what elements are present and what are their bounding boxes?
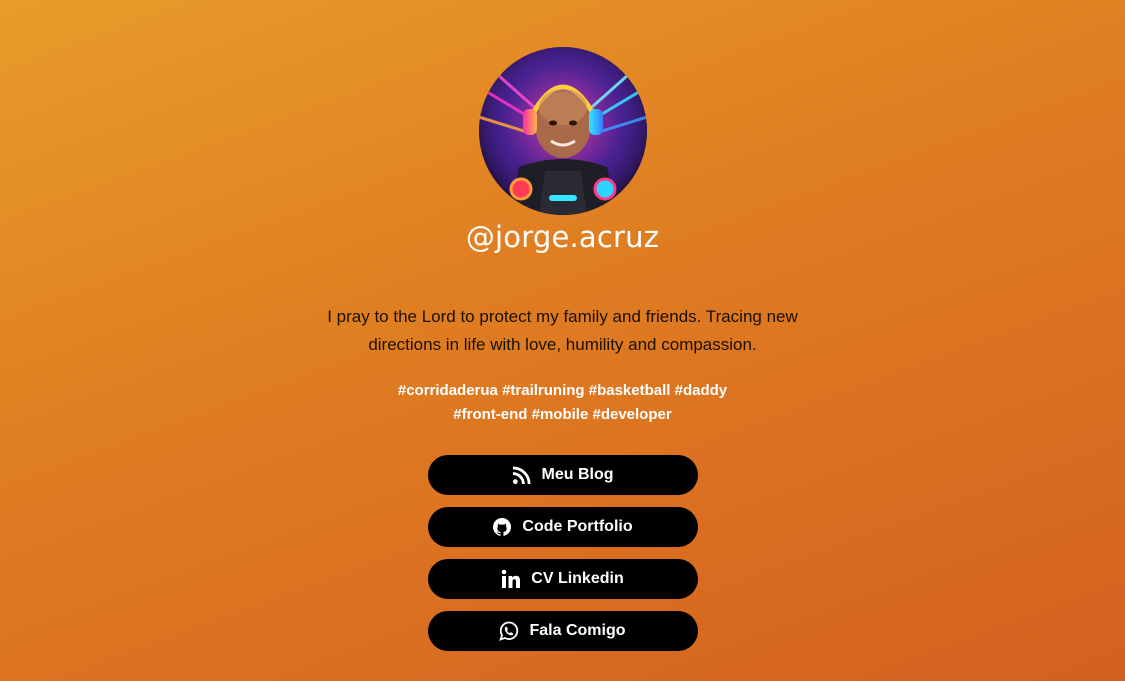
link-button-blog[interactable]: Meu Blog [427,455,698,495]
profile-username: @jorge.acruz [465,220,660,254]
link-button-contact[interactable]: Fala Comigo [427,611,698,651]
whatsapp-icon [499,621,519,641]
link-label-portfolio: Code Portfolio [522,518,633,535]
link-label-linkedin: CV Linkedin [531,570,624,587]
profile-bio: I pray to the Lord to protect my family … [327,307,798,354]
github-icon [492,517,512,537]
link-list: Meu Blog Code Portfolio CV Linkedin Fala… [427,455,698,651]
profile-hashtags: #corridaderua #trailruning #basketball #… [397,382,728,423]
link-label-contact: Fala Comigo [529,622,626,639]
link-button-portfolio[interactable]: Code Portfolio [427,507,698,547]
link-label-blog: Meu Blog [541,466,614,483]
linkedin-icon [501,569,521,589]
rss-icon [512,465,532,485]
profile-avatar [478,47,647,215]
profile-page: @jorge.acruz I pray to the Lord to prote… [0,0,1125,681]
link-button-linkedin[interactable]: CV Linkedin [427,559,698,599]
